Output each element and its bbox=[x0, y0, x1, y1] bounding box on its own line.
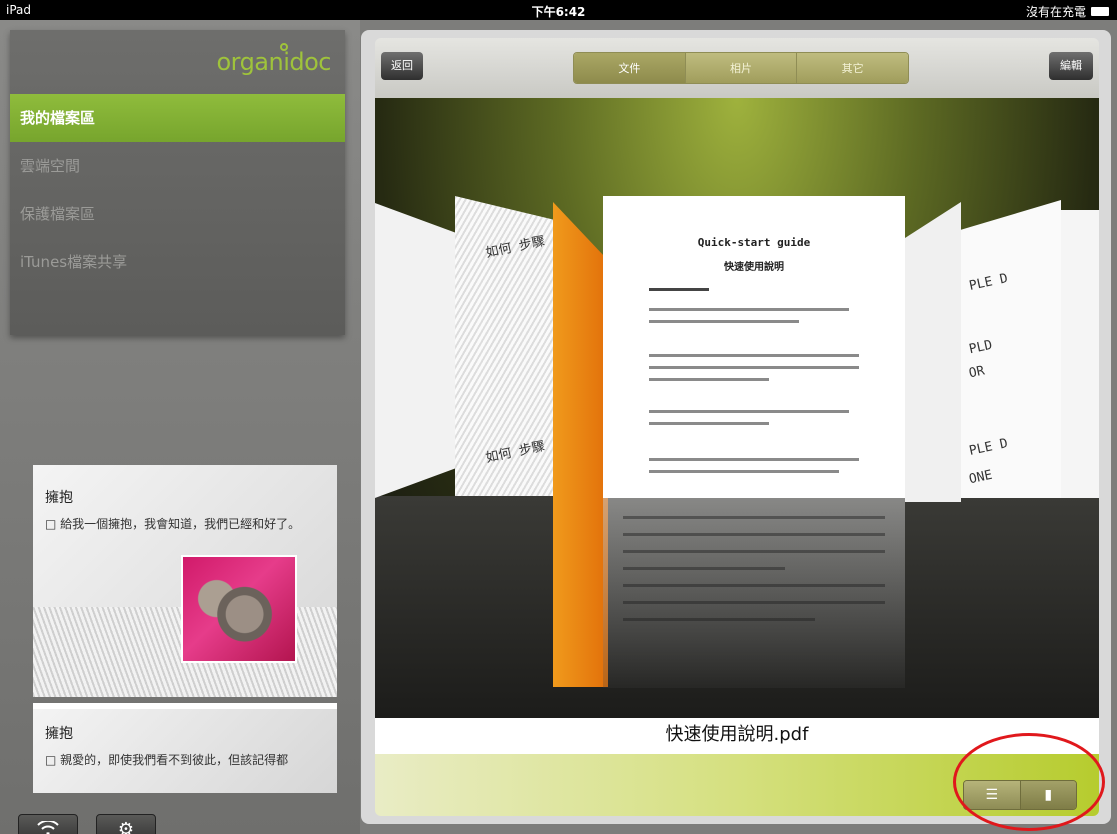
charging-label: 沒有在充電 bbox=[1025, 5, 1086, 19]
wifi-icon bbox=[37, 821, 59, 834]
text-line bbox=[649, 288, 709, 291]
document-title: Quick-start guide bbox=[697, 236, 811, 249]
text-line bbox=[649, 308, 849, 311]
document-cover[interactable] bbox=[1061, 210, 1099, 498]
slide-preview-1[interactable]: 擁抱 □ 給我一個擁抱，我會知道，我們已經和好了。 bbox=[33, 465, 337, 697]
wifi-button[interactable] bbox=[18, 814, 78, 834]
text-line bbox=[649, 378, 769, 381]
cover-text: 如何 步驟 bbox=[484, 438, 547, 467]
text-line bbox=[649, 422, 769, 425]
slide-bullet: □ 給我一個擁抱，我會知道，我們已經和好了。 bbox=[45, 517, 301, 531]
back-button[interactable]: 返回 bbox=[381, 52, 423, 80]
text-line bbox=[649, 366, 859, 369]
slide-bullet: □ 親愛的，即使我們看不到彼此，但該記得都 bbox=[45, 753, 289, 767]
status-bar: iPad 下午6:42 沒有在充電 bbox=[0, 0, 1117, 20]
app-logo: organidoc bbox=[216, 48, 331, 76]
slide-preview-2[interactable]: 擁抱 □ 親愛的，即使我們看不到彼此，但該記得都 bbox=[33, 703, 337, 793]
cats-photo bbox=[181, 555, 297, 663]
slide-top-band bbox=[33, 703, 337, 709]
gear-icon: ⚙ bbox=[117, 818, 135, 834]
slide-heading: 擁抱 bbox=[45, 726, 73, 742]
sidebar: organidoc 我的檔案區 雲端空間 保護檔案區 iTunes檔案共享 擁抱… bbox=[0, 20, 360, 834]
annotation-circle bbox=[953, 733, 1105, 831]
sidebar-item-protected[interactable]: 保護檔案區 bbox=[10, 190, 345, 238]
text-line bbox=[649, 470, 839, 473]
document-cover[interactable] bbox=[375, 203, 455, 498]
cover-text: OR bbox=[967, 363, 987, 382]
text-line bbox=[649, 354, 859, 357]
sidebar-item-my-files[interactable]: 我的檔案區 bbox=[10, 94, 345, 142]
sidebar-nav: 我的檔案區 雲端空間 保護檔案區 iTunes檔案共享 bbox=[10, 94, 345, 286]
organidoc-app: iPad 下午6:42 沒有在充電 organidoc 我的檔案區 雲端空間 保… bbox=[0, 0, 1117, 834]
settings-button[interactable]: ⚙ bbox=[96, 814, 156, 834]
document-subtitle: 快速使用說明 bbox=[724, 262, 784, 273]
document-cover[interactable] bbox=[905, 202, 961, 502]
category-tabs: 文件 相片 其它 bbox=[573, 52, 909, 84]
text-line bbox=[649, 458, 859, 461]
cover-text: PLE D bbox=[967, 436, 1010, 459]
cover-text: PLE D bbox=[967, 271, 1010, 294]
sidebar-item-cloud[interactable]: 雲端空間 bbox=[10, 142, 345, 190]
text-line bbox=[649, 410, 849, 413]
coverflow-stage[interactable]: 如何 步驟 如何 步驟 Quick-start guide 快速使用說明 PLE… bbox=[375, 98, 1099, 718]
document-cover[interactable]: PLE D PLD OR PLE D ONE bbox=[961, 200, 1061, 498]
document-reflection bbox=[603, 498, 905, 688]
slide-heading: 擁抱 bbox=[45, 490, 73, 506]
document-browser: 返回 文件 相片 其它 編輯 如何 步驟 如何 步驟 Quick-start g… bbox=[361, 30, 1111, 824]
cover-text: ONE bbox=[967, 467, 994, 488]
cover-text: 如何 步驟 bbox=[484, 233, 547, 262]
cover-text: PLD bbox=[967, 337, 994, 358]
document-cover[interactable]: 如何 步驟 如何 步驟 bbox=[455, 196, 555, 496]
tab-documents[interactable]: 文件 bbox=[574, 53, 686, 83]
sidebar-menu-panel: organidoc 我的檔案區 雲端空間 保護檔案區 iTunes檔案共享 bbox=[10, 30, 345, 335]
edit-button[interactable]: 編輯 bbox=[1049, 52, 1093, 80]
current-document-cover[interactable]: Quick-start guide 快速使用說明 bbox=[603, 196, 905, 498]
sidebar-item-itunes-sharing[interactable]: iTunes檔案共享 bbox=[10, 238, 345, 286]
battery-status: 沒有在充電 bbox=[1026, 3, 1109, 20]
battery-icon bbox=[1091, 7, 1109, 16]
clock: 下午6:42 bbox=[531, 5, 586, 19]
tab-photos[interactable]: 相片 bbox=[685, 53, 798, 83]
toolbar: 返回 文件 相片 其它 編輯 bbox=[375, 38, 1099, 98]
document-cover-orange[interactable] bbox=[553, 202, 608, 687]
tab-other[interactable]: 其它 bbox=[797, 53, 908, 83]
text-line bbox=[649, 320, 799, 323]
